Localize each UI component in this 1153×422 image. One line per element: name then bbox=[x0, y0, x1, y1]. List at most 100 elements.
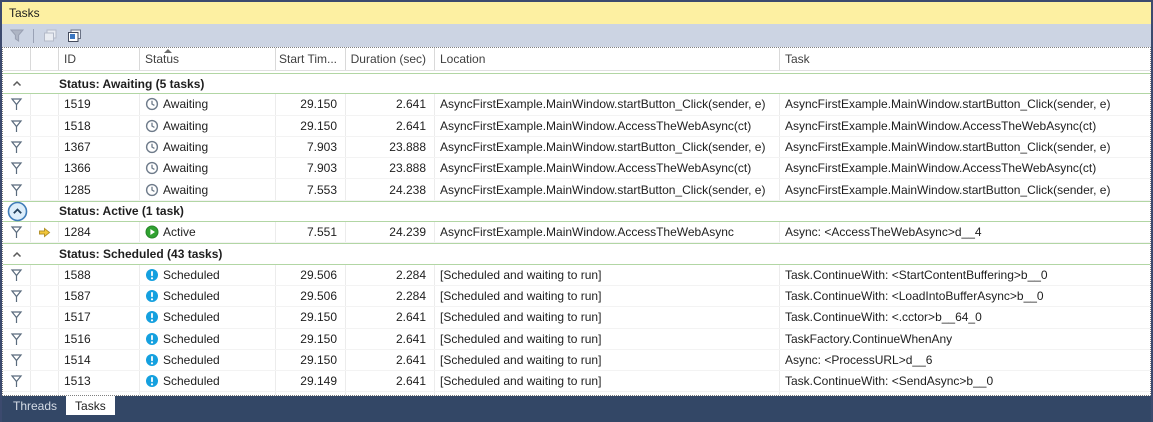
filter-icon bbox=[10, 29, 24, 42]
task-flag-cell bbox=[3, 94, 31, 115]
task-row-1366[interactable]: 1366 Awaiting 7.903 23.888 AsyncFirstExample… bbox=[3, 158, 1150, 180]
task-location-cell: [Scheduled and waiting to run] bbox=[435, 285, 780, 307]
task-duration-cell: 23.888 bbox=[346, 136, 435, 158]
task-duration-cell: 24.239 bbox=[346, 222, 435, 243]
task-status-label: Active bbox=[163, 225, 196, 240]
column-header-duration[interactable]: Duration (sec) bbox=[346, 48, 435, 70]
collapse-groups-button[interactable] bbox=[39, 26, 61, 46]
column-header-label: Duration (sec) bbox=[350, 52, 426, 66]
task-location-cell: [Scheduled and waiting to run] bbox=[435, 307, 780, 328]
task-duration-cell: 2.641 bbox=[346, 328, 435, 349]
exclamation-circle-icon bbox=[145, 268, 159, 282]
task-flag-cell bbox=[3, 307, 31, 328]
task-row-1519[interactable]: 1519 Awaiting 29.150 2.641 AsyncFirstExample… bbox=[3, 94, 1150, 116]
task-location-cell: AsyncFirstExample.MainWindow.AccessTheWe… bbox=[435, 115, 780, 136]
column-header-flag[interactable] bbox=[3, 48, 31, 70]
task-flag-cell bbox=[3, 328, 31, 349]
column-header-start[interactable]: Start Tim... bbox=[276, 48, 346, 70]
sort-ascending-icon bbox=[164, 49, 172, 53]
task-start-time-cell: 7.903 bbox=[276, 158, 346, 179]
task-start-time-cell: 29.149 bbox=[276, 371, 346, 392]
flag-icon[interactable] bbox=[10, 268, 23, 282]
flag-icon[interactable] bbox=[10, 353, 23, 367]
task-row-1514[interactable]: 1514 Scheduled 29.150 2.641 [Scheduled and w… bbox=[3, 349, 1150, 372]
task-row-1284[interactable]: 1284 Active 7.551 24.239 AsyncFirstExample.M… bbox=[3, 222, 1150, 244]
task-id-cell: 1366 bbox=[59, 158, 140, 179]
flag-icon[interactable] bbox=[10, 140, 23, 154]
task-flag-cell bbox=[3, 115, 31, 136]
task-status-cell: Scheduled bbox=[140, 264, 276, 285]
column-header-current[interactable] bbox=[31, 48, 59, 70]
task-status-cell: Scheduled bbox=[140, 349, 276, 371]
group-collapse-control[interactable] bbox=[3, 250, 31, 259]
column-header-id[interactable]: ID bbox=[59, 48, 140, 70]
task-task-cell: Async: <AccessTheWebAsync>d__4 bbox=[785, 225, 982, 240]
task-row-1513[interactable]: 1513 Scheduled 29.149 2.641 [Scheduled and w… bbox=[3, 371, 1150, 393]
flag-icon[interactable] bbox=[10, 332, 23, 346]
task-duration-cell: 2.641 bbox=[346, 94, 435, 115]
flag-icon[interactable] bbox=[10, 97, 23, 111]
clock-icon bbox=[145, 119, 159, 133]
group-header-label: Status: Awaiting (5 tasks) bbox=[59, 76, 205, 91]
task-flag-cell bbox=[3, 158, 31, 179]
flag-icon[interactable] bbox=[10, 183, 23, 197]
task-task-cell: Task.ContinueWith: <LoadIntoBufferAsync>… bbox=[785, 289, 1044, 304]
task-row-1367[interactable]: 1367 Awaiting 7.903 23.888 AsyncFirstExample… bbox=[3, 136, 1150, 159]
column-header-location[interactable]: Location bbox=[435, 48, 780, 70]
exclamation-circle-icon bbox=[145, 353, 159, 367]
task-task-cell: AsyncFirstExample.MainWindow.startButton… bbox=[785, 140, 1111, 155]
task-id-cell: 1367 bbox=[59, 136, 140, 158]
task-flag-cell bbox=[3, 222, 31, 243]
clock-icon bbox=[145, 97, 159, 111]
tab-tasks[interactable]: Tasks bbox=[66, 396, 115, 415]
task-row-1587[interactable]: 1587 Scheduled 29.506 2.284 [Scheduled and w… bbox=[3, 285, 1150, 308]
task-row-1516[interactable]: 1516 Scheduled 29.150 2.641 [Scheduled and w… bbox=[3, 328, 1150, 350]
tab-threads[interactable]: Threads bbox=[4, 396, 66, 415]
flag-icon[interactable] bbox=[10, 225, 23, 239]
task-flag-cell bbox=[3, 264, 31, 285]
group-header-label: Status: Active (1 task) bbox=[59, 204, 184, 219]
task-task-cell: Task.ContinueWith: <.cctor>b__64_0 bbox=[785, 310, 982, 325]
flag-icon[interactable] bbox=[10, 161, 23, 175]
task-id-cell: 1513 bbox=[59, 371, 140, 392]
task-row-1517[interactable]: 1517 Scheduled 29.150 2.641 [Scheduled and w… bbox=[3, 307, 1150, 329]
task-duration-cell: 2.641 bbox=[346, 115, 435, 136]
task-status-cell: Scheduled bbox=[140, 285, 276, 307]
task-duration-cell: 2.641 bbox=[346, 307, 435, 328]
task-location-cell: [Scheduled and waiting to run] bbox=[435, 349, 780, 371]
flag-icon[interactable] bbox=[10, 374, 23, 388]
flag-icon[interactable] bbox=[10, 119, 23, 133]
window-titlebar[interactable]: Tasks bbox=[2, 2, 1151, 24]
task-row-1588[interactable]: 1588 Scheduled 29.506 2.284 [Scheduled and w… bbox=[3, 264, 1150, 286]
flag-icon[interactable] bbox=[10, 289, 23, 303]
toolbar-separator bbox=[33, 28, 34, 43]
task-status-label: Awaiting bbox=[163, 97, 209, 112]
column-header-label: Task bbox=[785, 52, 810, 66]
group-collapse-control[interactable] bbox=[3, 201, 31, 222]
group-collapse-control[interactable] bbox=[3, 79, 31, 88]
group-header-row[interactable]: Status: Scheduled (43 tasks) bbox=[3, 243, 1150, 265]
circled-chevron-up-icon bbox=[7, 201, 28, 222]
task-status-cell: Awaiting bbox=[140, 115, 276, 136]
group-header-row[interactable]: Status: Awaiting (5 tasks) bbox=[3, 73, 1150, 95]
tasks-tool-window: Tasks ID Status Start Tim... Duration (sec)… bbox=[0, 0, 1153, 422]
filter-tasks-button[interactable] bbox=[6, 26, 28, 46]
task-start-time-cell: 29.150 bbox=[276, 115, 346, 136]
task-status-cell: Scheduled bbox=[140, 371, 276, 392]
task-location-cell: AsyncFirstExample.MainWindow.AccessTheWe… bbox=[435, 222, 780, 243]
exclamation-circle-icon bbox=[145, 310, 159, 324]
group-header-row[interactable]: Status: Active (1 task) bbox=[3, 200, 1150, 223]
column-header-status[interactable]: Status bbox=[140, 48, 276, 70]
column-header-task[interactable]: Task bbox=[780, 48, 1150, 70]
task-duration-cell: 24.238 bbox=[346, 179, 435, 200]
task-id-cell: 1517 bbox=[59, 307, 140, 328]
task-row-1285[interactable]: 1285 Awaiting 7.553 24.238 AsyncFirstExample… bbox=[3, 179, 1150, 201]
task-row-1518[interactable]: 1518 Awaiting 29.150 2.641 AsyncFirstExample… bbox=[3, 115, 1150, 137]
task-flag-cell bbox=[3, 349, 31, 371]
task-start-time-cell: 29.150 bbox=[276, 307, 346, 328]
task-id-cell: 1587 bbox=[59, 285, 140, 307]
task-flag-cell bbox=[3, 371, 31, 392]
expand-groups-button[interactable] bbox=[63, 26, 85, 46]
flag-icon[interactable] bbox=[10, 310, 23, 324]
current-task-arrow-icon bbox=[38, 226, 51, 239]
